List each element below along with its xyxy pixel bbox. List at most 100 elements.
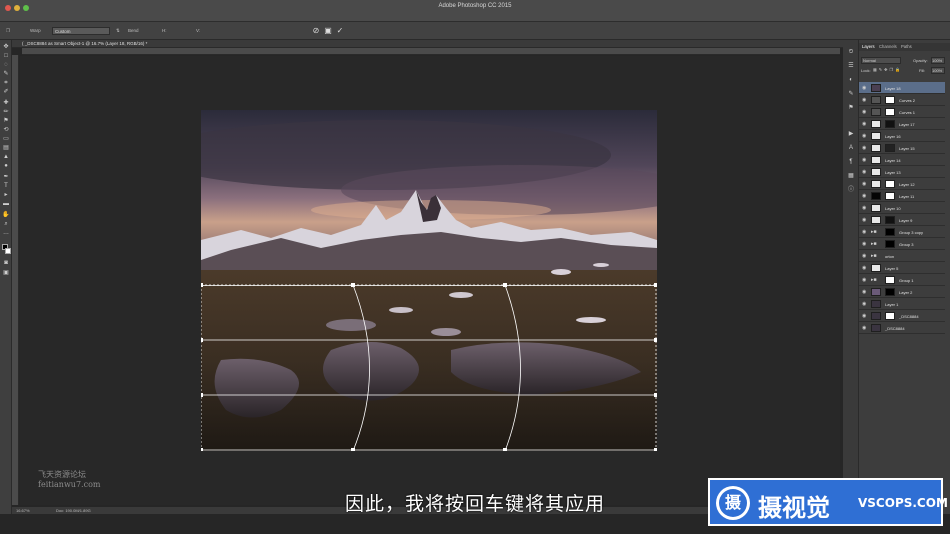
layer-row[interactable]: ◉ Layer 11 [859,190,945,202]
layer-row[interactable]: ◉ Layer 2 [859,286,945,298]
info-panel-icon[interactable]: ⓘ [847,186,855,194]
background-color-swatch[interactable] [5,248,11,254]
cancel-transform-button[interactable]: ⊘ [311,26,321,36]
layer-row[interactable]: ◉ Layer 12 [859,178,945,190]
visibility-eye-icon[interactable]: ◉ [862,217,866,223]
dodge-tool-icon[interactable]: ● [2,163,10,170]
visibility-eye-icon[interactable]: ◉ [862,205,866,211]
fill-input[interactable]: 100% [931,67,945,74]
group-folder-icon[interactable]: ▸■ [871,253,877,259]
actions-panel-icon[interactable]: ▶ [847,130,855,138]
layer-row[interactable]: ◉ Layer 15 [859,142,945,154]
type-tool-icon[interactable]: T [2,183,10,190]
visibility-eye-icon[interactable]: ◉ [862,85,866,91]
visibility-eye-icon[interactable]: ◉ [862,121,866,127]
layer-row[interactable]: ◉ Layer 10 [859,202,945,214]
visibility-eye-icon[interactable]: ◉ [862,157,866,163]
blur-tool-icon[interactable]: ▲ [2,154,10,161]
screen-mode-icon[interactable]: ▣ [2,270,10,277]
visibility-eye-icon[interactable]: ◉ [862,193,866,199]
adjustments-panel-icon[interactable]: ◐ [847,76,855,84]
move-tool-icon[interactable]: ✥ [2,44,10,51]
lasso-tool-icon[interactable]: ◌ [2,62,10,69]
tab-channels[interactable]: Channels [879,44,897,49]
group-folder-icon[interactable]: ▸■ [871,241,877,247]
gradient-tool-icon[interactable]: ▤ [2,145,10,152]
landscape-photo[interactable] [201,110,657,451]
horizontal-ruler[interactable] [22,48,840,55]
visibility-eye-icon[interactable]: ◉ [862,301,866,307]
visibility-eye-icon[interactable]: ◉ [862,325,866,331]
opacity-input[interactable]: 100% [931,57,945,64]
visibility-eye-icon[interactable]: ◉ [862,97,866,103]
properties-panel-icon[interactable]: ☰ [847,62,855,70]
crop-tool-icon[interactable]: ⌗ [2,80,10,87]
visibility-eye-icon[interactable]: ◉ [862,253,866,259]
zoom-tool-icon[interactable]: ⌕ [2,221,10,228]
layer-mask-thumbnail[interactable] [885,192,895,200]
visibility-eye-icon[interactable]: ◉ [862,289,866,295]
clone-stamp-tool-icon[interactable]: ⚑ [2,118,10,125]
layer-row[interactable]: ◉ ▸■ orton [859,250,945,262]
quick-mask-icon[interactable]: ◙ [2,260,10,267]
layer-row[interactable]: ◉ Layer 14 [859,154,945,166]
layer-row[interactable]: ◉ Layer 5 [859,262,945,274]
swatches-panel-icon[interactable]: ▦ [847,172,855,180]
hand-tool-icon[interactable]: ✋ [2,212,10,219]
brush-panel-icon[interactable]: ✎ [847,90,855,98]
group-folder-icon[interactable]: ▸■ [871,277,877,283]
interpolation-icon[interactable]: ▣ [323,26,333,36]
layer-mask-thumbnail[interactable] [885,144,895,152]
layer-row[interactable]: ◉ _DSC8884 [859,310,945,322]
layer-row[interactable]: ◉ Layer 1 [859,298,945,310]
character-panel-icon[interactable]: A [847,144,855,152]
tab-paths[interactable]: Paths [901,44,912,49]
visibility-eye-icon[interactable]: ◉ [862,109,866,115]
eyedropper-tool-icon[interactable]: ✐ [2,89,10,96]
layer-mask-thumbnail[interactable] [885,96,895,104]
more-tools-icon[interactable]: … [2,230,10,237]
vertical-ruler[interactable] [12,55,19,505]
paragraph-panel-icon[interactable]: ¶ [847,158,855,166]
layer-row[interactable]: ◉ ▸■ Group 1 [859,274,945,286]
layer-row[interactable]: ◉ Curves 1 [859,106,945,118]
warp-style-select[interactable]: Custom [52,27,110,35]
visibility-eye-icon[interactable]: ◉ [862,169,866,175]
layer-row[interactable]: ◉ ▸■ Group 3 copy [859,226,945,238]
layer-mask-thumbnail[interactable] [885,276,895,284]
pen-tool-icon[interactable]: ✒ [2,174,10,181]
healing-tool-icon[interactable]: ✚ [2,100,10,107]
layer-mask-thumbnail[interactable] [885,180,895,188]
path-selection-tool-icon[interactable]: ▸ [2,192,10,199]
shape-tool-icon[interactable]: ▬ [2,201,10,208]
warp-tool-icon[interactable]: ❐ [6,28,10,34]
eraser-tool-icon[interactable]: ▭ [2,136,10,143]
layer-row[interactable]: ◉ Layer 9 [859,214,945,226]
layer-mask-thumbnail[interactable] [885,240,895,248]
layer-row[interactable]: ◉ Layer 17 [859,118,945,130]
visibility-eye-icon[interactable]: ◉ [862,277,866,283]
layer-mask-thumbnail[interactable] [885,120,895,128]
layer-mask-thumbnail[interactable] [885,312,895,320]
clone-source-panel-icon[interactable]: ⚑ [847,104,855,112]
layer-row[interactable]: ◉ Layer 13 [859,166,945,178]
layer-mask-thumbnail[interactable] [885,108,895,116]
orientation-icon[interactable]: ⇅ [116,28,120,34]
commit-transform-button[interactable]: ✓ [335,26,345,36]
lock-icons[interactable]: ▦✎✥❐🔒 [873,67,902,72]
quick-select-tool-icon[interactable]: ✎ [2,71,10,78]
visibility-eye-icon[interactable]: ◉ [862,241,866,247]
layer-row[interactable]: ◉ Layer 18 [859,82,945,94]
history-panel-icon[interactable]: ⏲ [847,48,855,56]
layer-row[interactable]: ◉ _DSC8884 [859,322,945,334]
layer-mask-thumbnail[interactable] [885,228,895,236]
layer-row[interactable]: ◉ ▸■ Group 3 [859,238,945,250]
visibility-eye-icon[interactable]: ◉ [862,313,866,319]
layer-mask-thumbnail[interactable] [885,288,895,296]
layer-row[interactable]: ◉ Layer 16 [859,130,945,142]
document-tab[interactable]: ( _DSC8884 as Smart Object-1 @ 16.7% (La… [12,40,850,48]
visibility-eye-icon[interactable]: ◉ [862,229,866,235]
tab-layers[interactable]: Layers [862,44,875,49]
visibility-eye-icon[interactable]: ◉ [862,133,866,139]
visibility-eye-icon[interactable]: ◉ [862,145,866,151]
